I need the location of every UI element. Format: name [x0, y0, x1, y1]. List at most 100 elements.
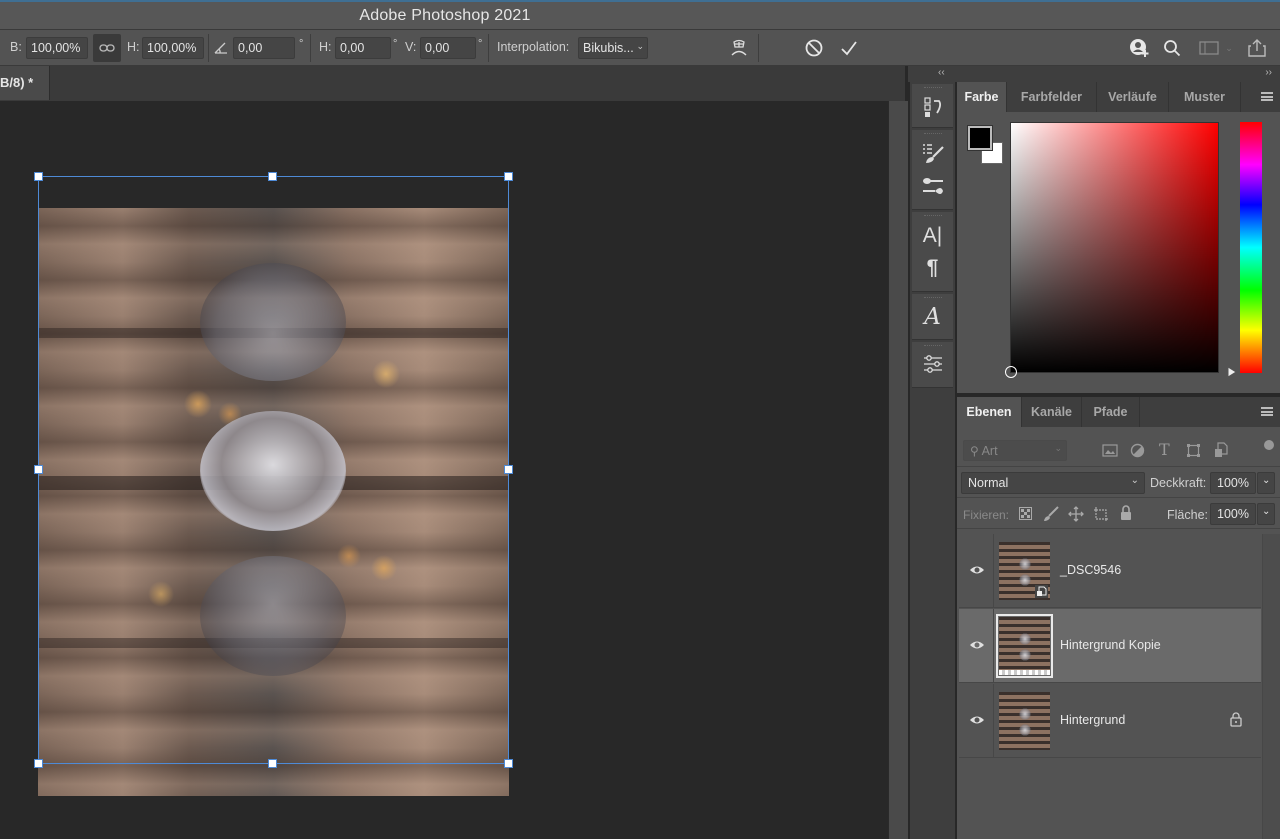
layer-row[interactable]: Hintergrund — [959, 684, 1261, 758]
transform-handle-top-right[interactable] — [504, 172, 513, 181]
divider — [758, 34, 759, 62]
tab-farbfelder[interactable]: Farbfelder — [1007, 82, 1097, 112]
hue-slider-handle[interactable] — [1227, 366, 1237, 378]
fill-field[interactable]: 100% — [1210, 503, 1256, 525]
layer-thumbnail — [996, 614, 1053, 678]
panel-menu-icon[interactable] — [1261, 407, 1273, 416]
lock-artboard-icon[interactable] — [1093, 506, 1109, 522]
vskew-unit: ° — [478, 38, 483, 50]
interpolation-select[interactable]: Bikubis... ⌄ — [578, 37, 648, 59]
tab-kanaele[interactable]: Kanäle — [1022, 397, 1082, 427]
hskew-field[interactable]: 0,00 — [335, 37, 391, 59]
tab-pfade[interactable]: Pfade — [1082, 397, 1140, 427]
angle-unit: ° — [299, 38, 304, 50]
eye-icon[interactable] — [969, 714, 985, 726]
hue-slider[interactable] — [1240, 122, 1262, 373]
glyphs-button[interactable]: A — [912, 304, 953, 330]
color-panel-tabs: Farbe Farbfelder Verläufe Muster — [957, 82, 1280, 112]
eye-icon[interactable] — [969, 564, 985, 576]
layers-scrollbar[interactable] — [1262, 534, 1280, 839]
drag-grip[interactable] — [924, 133, 942, 135]
saturation-value-field[interactable] — [1005, 122, 1219, 378]
tab-ebenen[interactable]: Ebenen — [957, 397, 1022, 427]
transform-handle-bottom-left[interactable] — [34, 759, 43, 768]
panel-icon-strip: A| ¶ A — [910, 82, 955, 839]
app-title: Adobe Photoshop 2021 — [359, 7, 531, 24]
tab-verlaeufe[interactable]: Verläufe — [1097, 82, 1169, 112]
history-button[interactable] — [912, 96, 953, 123]
width-label: B: — [10, 40, 22, 54]
paragraph-icon: ¶ — [926, 256, 939, 279]
workspace-button[interactable]: ⌄ — [1194, 36, 1238, 60]
width-field[interactable]: 100,00% — [26, 37, 88, 59]
document-tab[interactable]: B/8) * — [0, 66, 50, 100]
filter-smart-objects-icon[interactable] — [1214, 442, 1228, 458]
vskew-label: V: — [405, 40, 417, 54]
transform-handle-left[interactable] — [34, 465, 43, 474]
blend-opacity-row: Normal ⌄ Deckkraft: 100% ⌄ — [957, 468, 1280, 498]
chevron-down-icon: ⌄ — [636, 41, 644, 51]
eye-icon[interactable] — [969, 639, 985, 651]
fill-dropdown[interactable]: ⌄ — [1257, 503, 1275, 525]
document-tab-bar: B/8) * — [0, 66, 905, 101]
tab-farbe[interactable]: Farbe — [957, 82, 1007, 112]
character-button[interactable]: A| — [912, 224, 953, 248]
color-picker-cursor[interactable] — [1005, 366, 1017, 378]
transform-handle-top[interactable] — [268, 172, 277, 181]
link-button[interactable] — [93, 34, 121, 62]
transform-handle-right[interactable] — [504, 465, 513, 474]
layers-panel: Ebenen Kanäle Pfade ⚲ Art ⌄ T Normal ⌄ D… — [957, 397, 1280, 839]
angle-field[interactable]: 0,00 — [233, 37, 295, 59]
lock-position-icon[interactable] — [1068, 506, 1084, 522]
height-field[interactable]: 100,00% — [142, 37, 204, 59]
tab-muster[interactable]: Muster — [1169, 82, 1241, 112]
layer-filter-select[interactable]: ⚲ Art ⌄ — [963, 440, 1067, 461]
link-icon — [99, 44, 115, 52]
collapse-left-button[interactable]: ‹‹ — [938, 67, 945, 78]
drag-grip[interactable] — [924, 87, 942, 89]
filter-adjustment-layers-icon[interactable] — [1130, 443, 1145, 458]
lock-transparent-pixels-icon[interactable] — [1019, 507, 1032, 520]
search-icon — [1164, 40, 1181, 57]
transform-handle-top-left[interactable] — [34, 172, 43, 181]
blend-mode-select[interactable]: Normal ⌄ — [961, 472, 1145, 494]
layer-row[interactable]: _DSC9546 — [959, 534, 1261, 608]
vertical-scrollbar[interactable] — [888, 101, 908, 839]
foreground-color-swatch[interactable] — [967, 125, 993, 151]
brush-presets-icon — [922, 144, 944, 163]
drag-grip[interactable] — [924, 215, 942, 217]
opacity-dropdown[interactable]: ⌄ — [1257, 472, 1275, 494]
share-user-icon — [1130, 39, 1149, 57]
warp-button[interactable] — [727, 36, 751, 60]
brush-settings-button[interactable] — [912, 176, 953, 203]
filter-pixel-layers-icon[interactable] — [1102, 444, 1118, 457]
lock-image-pixels-icon[interactable] — [1043, 506, 1059, 522]
adjustments-button[interactable] — [912, 354, 953, 379]
collapse-right-button[interactable]: ›› — [1265, 67, 1272, 78]
transform-bounding-box[interactable] — [34, 172, 513, 768]
vskew-field[interactable]: 0,00 — [420, 37, 476, 59]
cancel-transform-button[interactable] — [802, 36, 826, 60]
layer-name: Hintergrund Kopie — [1060, 638, 1161, 652]
commit-transform-button[interactable] — [837, 36, 861, 60]
transform-handle-bottom-right[interactable] — [504, 759, 513, 768]
filter-toggle-switch[interactable] — [1264, 440, 1274, 450]
paragraph-button[interactable]: ¶ — [912, 256, 953, 280]
options-bar: B: 100,00% H: 100,00% 0,00 ° H: 0,00 ° V… — [0, 30, 1280, 66]
lock-all-icon[interactable] — [1119, 505, 1133, 521]
export-button[interactable] — [1245, 35, 1269, 61]
filter-type-layers-icon[interactable]: T — [1159, 440, 1170, 459]
drag-grip[interactable] — [924, 297, 942, 299]
filter-shape-layers-icon[interactable] — [1186, 443, 1201, 458]
layer-row-selected[interactable]: Hintergrund Kopie — [959, 609, 1261, 683]
transform-handle-bottom[interactable] — [268, 759, 277, 768]
panel-menu-icon[interactable] — [1261, 92, 1273, 101]
brush-presets-button[interactable] — [912, 142, 953, 169]
share-user-button[interactable] — [1127, 36, 1153, 60]
drag-grip[interactable] — [924, 345, 942, 347]
layer-filter-placeholder: Art — [981, 444, 998, 458]
opacity-field[interactable]: 100% — [1210, 472, 1256, 494]
search-button[interactable] — [1160, 36, 1184, 60]
layer-name: Hintergrund — [1060, 713, 1126, 727]
lock-icon — [1230, 712, 1242, 727]
